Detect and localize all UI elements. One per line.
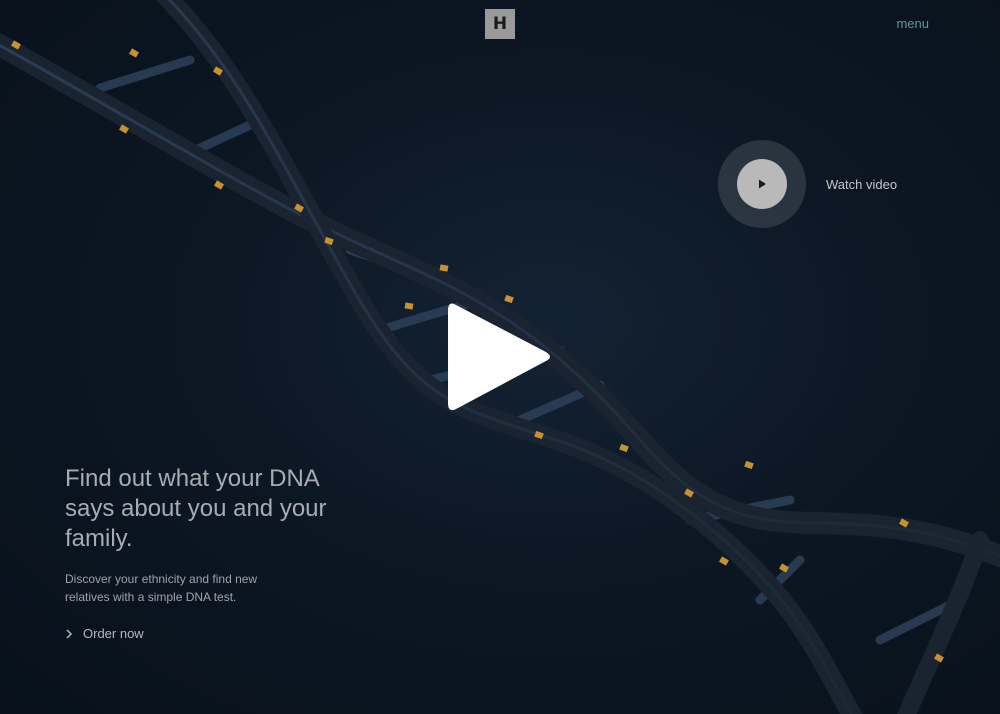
hero-headline: Find out what your DNA says about you an… [65, 465, 327, 552]
order-now-link[interactable]: Order now [65, 626, 144, 641]
hero-subtext: Discover your ethnicity and find new rel… [65, 572, 258, 604]
logo-mark[interactable]: H [485, 9, 515, 39]
watch-video-button[interactable]: Watch video [718, 140, 897, 228]
play-icon [759, 179, 766, 189]
watch-video-circle[interactable] [737, 159, 787, 209]
play-icon[interactable] [446, 297, 556, 417]
watch-video-ring[interactable] [718, 140, 806, 228]
logo-letter: H [492, 14, 508, 34]
menu-button[interactable]: menu [896, 16, 929, 31]
order-now-label[interactable]: Order now [83, 626, 144, 641]
watch-video-label[interactable]: Watch video [826, 177, 897, 192]
chevron-right-icon [66, 628, 73, 639]
